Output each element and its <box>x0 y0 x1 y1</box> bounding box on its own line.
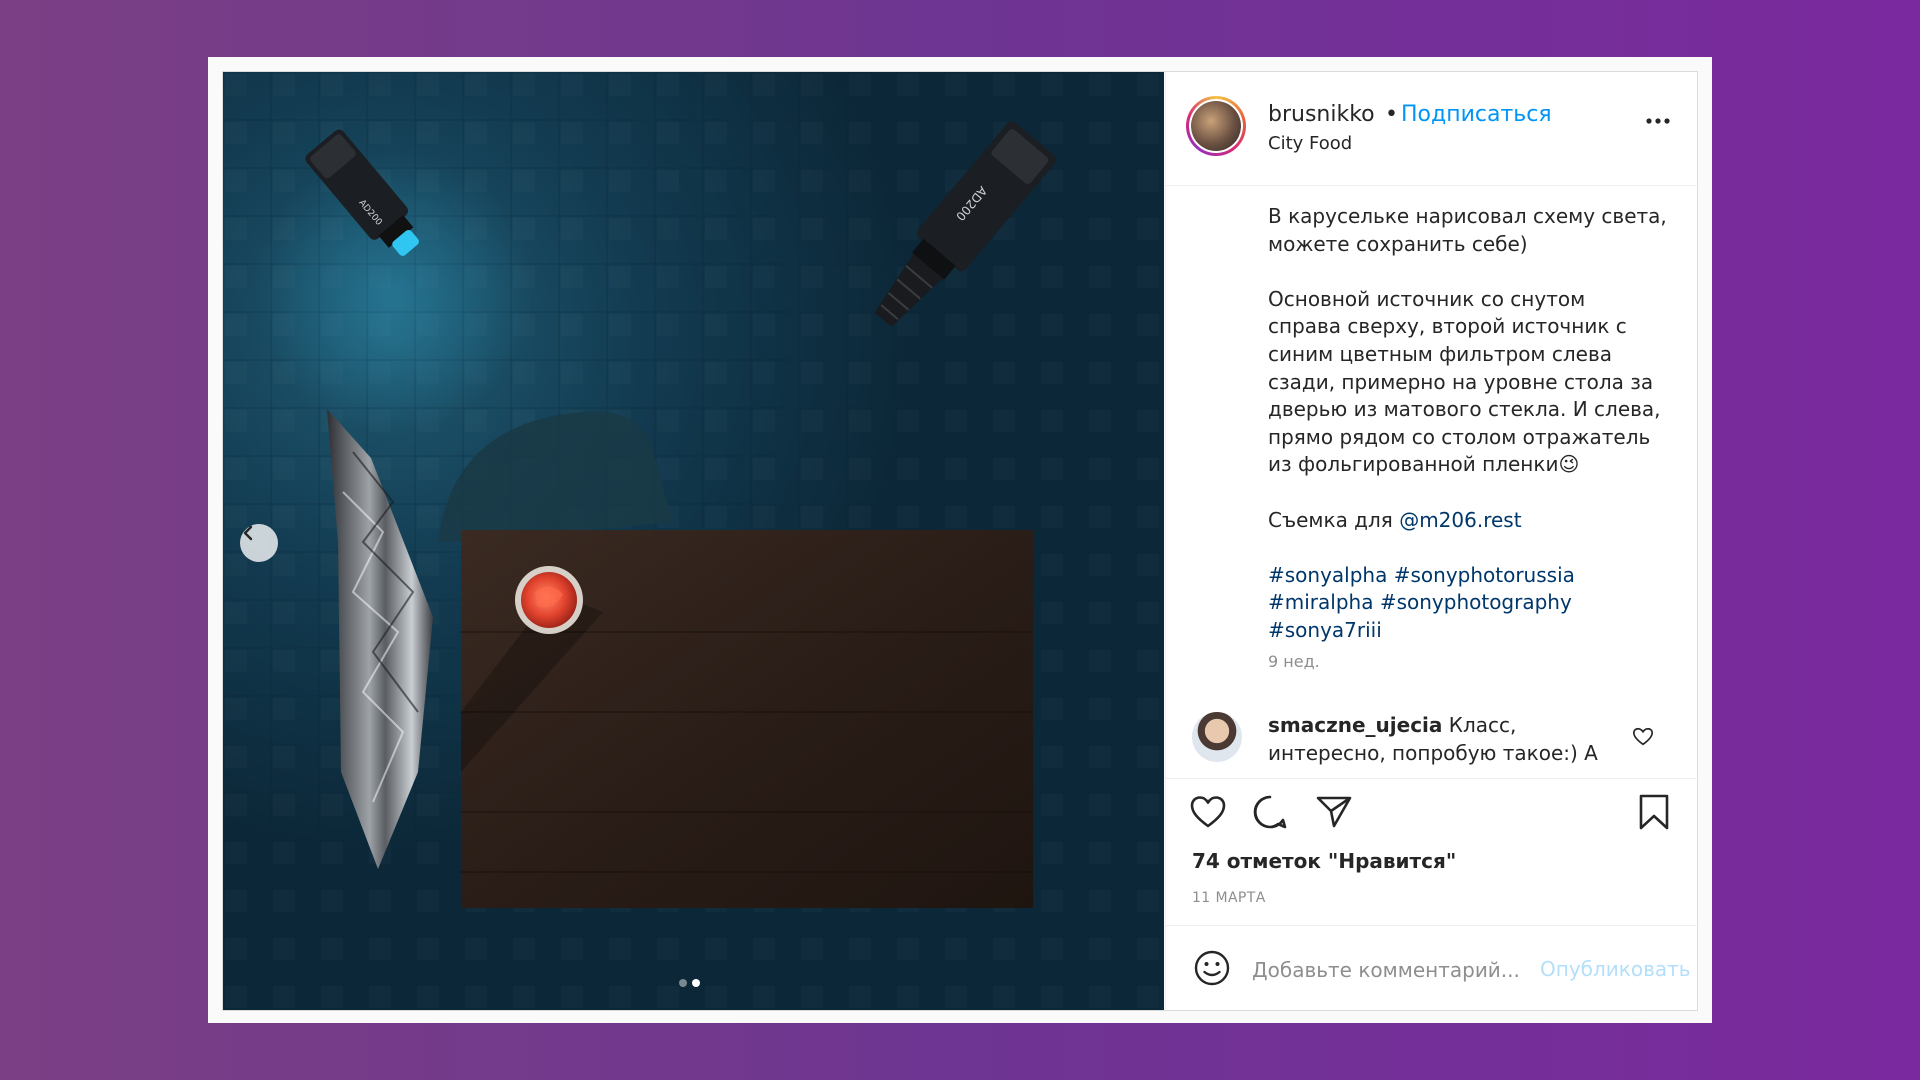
post-side-panel: brusnikko • Подписаться City Food В кару… <box>1165 72 1698 1010</box>
post-caption: В карусельке нарисовал схему света, може… <box>1268 203 1668 645</box>
caption-time-ago[interactable]: 9 нед. <box>1268 652 1320 671</box>
add-comment-input[interactable] <box>1250 952 1544 988</box>
commenter-avatar[interactable] <box>1192 712 1242 762</box>
post-location[interactable]: City Food <box>1268 133 1352 154</box>
carousel-indicator <box>679 979 700 987</box>
like-heart-icon[interactable] <box>1188 792 1228 832</box>
instagram-post: AD200 AD200 brusnikko • Подписаться City… <box>222 71 1698 1011</box>
hashtags-line-1[interactable]: #sonyalpha #sonyphotorussia <box>1268 563 1575 587</box>
author-avatar[interactable] <box>1186 96 1246 156</box>
publish-button[interactable]: Опубликовать <box>1540 957 1691 981</box>
post-date: 11 МАРТА <box>1192 890 1266 906</box>
more-options-icon[interactable] <box>1643 106 1673 136</box>
header-separator: • <box>1385 102 1398 127</box>
caption-paragraph-1: В карусельке нарисовал схему света, може… <box>1268 204 1667 256</box>
screen-frame: AD200 AD200 brusnikko • Подписаться City… <box>208 57 1712 1023</box>
comment-box-divider <box>1166 925 1698 926</box>
caption-paragraph-2: Основной источник со снутом справа сверх… <box>1268 286 1661 477</box>
hashtags-line-3[interactable]: #sonya7riii <box>1268 618 1382 642</box>
carousel-dot-2 <box>692 979 700 987</box>
likes-count[interactable]: 74 отметок "Нравится" <box>1192 849 1456 873</box>
share-send-icon[interactable] <box>1314 792 1354 832</box>
commenter-username[interactable]: smaczne_ujecia <box>1268 713 1442 737</box>
post-media: AD200 AD200 <box>223 72 1164 1010</box>
comment-item: smaczne_ujecia Класс, интересно, попробу… <box>1268 712 1608 767</box>
chevron-left-icon <box>243 525 253 541</box>
hashtags-line-2[interactable]: #miralpha #sonyphotography <box>1268 590 1572 614</box>
lighting-scheme-image: AD200 AD200 <box>223 72 1164 1010</box>
author-avatar-image <box>1191 101 1241 151</box>
mention-link[interactable]: @m206.rest <box>1399 508 1521 532</box>
emoji-smile-icon[interactable] <box>1192 948 1232 988</box>
wink-emoji-icon: 😉 <box>1558 452 1580 477</box>
caption-shoot-line: Съемка для @m206.rest <box>1268 507 1522 532</box>
actions-divider <box>1166 778 1698 779</box>
drink-glass <box>515 566 583 634</box>
bookmark-save-icon[interactable] <box>1634 792 1674 832</box>
comment-bubble-icon[interactable] <box>1250 792 1290 832</box>
caption-hashtags: #sonyalpha #sonyphotorussia #miralpha #so… <box>1268 562 1668 645</box>
author-username[interactable]: brusnikko <box>1268 102 1375 127</box>
carousel-dot-1 <box>679 979 687 987</box>
comment-heart-icon[interactable] <box>1632 726 1654 748</box>
follow-button[interactable]: Подписаться <box>1401 102 1552 127</box>
carousel-prev-button[interactable] <box>240 524 278 562</box>
post-header: brusnikko • Подписаться City Food <box>1166 72 1698 186</box>
